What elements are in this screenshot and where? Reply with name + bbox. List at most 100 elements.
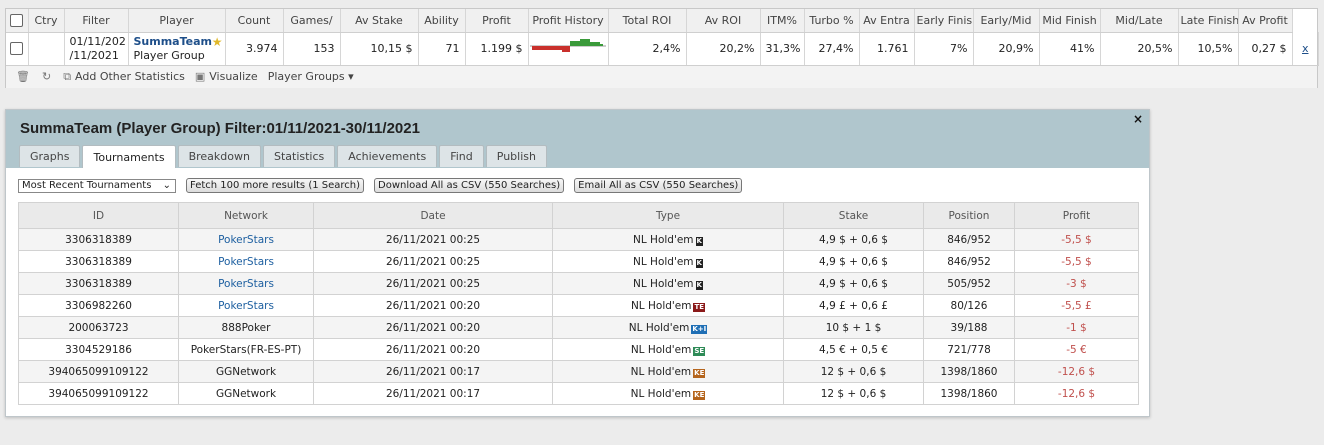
cell-stake: 10 $ + 1 $ bbox=[783, 316, 924, 339]
header-player[interactable]: Player bbox=[128, 9, 226, 33]
add-other-statistics-link[interactable]: Add Other Statistics bbox=[75, 70, 185, 83]
col-position[interactable]: Position bbox=[923, 202, 1015, 229]
mid-late-value: 20,5% bbox=[1100, 32, 1179, 66]
filter-cell: 01/11/202 /11/2021 bbox=[64, 32, 129, 66]
header-early-mid[interactable]: Early/Mid bbox=[973, 9, 1040, 33]
mid-finish-value: 41% bbox=[1039, 32, 1101, 66]
header-av-roi[interactable]: Av ROI bbox=[686, 9, 761, 33]
profit-history-sparkline[interactable] bbox=[528, 32, 609, 66]
cell-position: 505/952 bbox=[923, 272, 1015, 295]
header-av-entrants[interactable]: Av Entra bbox=[859, 9, 915, 33]
tournament-sort-select[interactable]: Most Recent Tournaments ⌄ bbox=[18, 178, 176, 193]
col-date[interactable]: Date bbox=[313, 202, 553, 229]
cell-network-text: 888Poker bbox=[221, 321, 271, 334]
download-csv-button[interactable]: Download All as CSV (550 Searches) bbox=[374, 178, 565, 193]
header-ability[interactable]: Ability bbox=[418, 9, 466, 33]
table-row[interactable]: 3306318389 PokerStars 26/11/2021 00:25 NL H… bbox=[18, 228, 1139, 251]
tab-tournaments[interactable]: Tournaments bbox=[82, 145, 176, 168]
player-name-link[interactable]: SummaTeam bbox=[134, 35, 220, 49]
email-csv-button[interactable]: Email All as CSV (550 Searches) bbox=[574, 178, 743, 193]
remove-row-link[interactable]: x bbox=[1302, 42, 1309, 55]
table-row[interactable]: 3306982260 PokerStars 26/11/2021 00:20 NL H… bbox=[18, 294, 1139, 317]
cell-stake-text: 4,9 $ + 0,6 $ bbox=[819, 233, 888, 246]
row-checkbox[interactable] bbox=[10, 42, 24, 56]
table-row[interactable]: 394065099109122 GGNetwork 26/11/2021 00:17… bbox=[18, 382, 1139, 405]
row-select-cell[interactable] bbox=[6, 32, 29, 66]
cell-stake-text: 4,9 $ + 0,6 $ bbox=[819, 277, 888, 290]
header-profit[interactable]: Profit bbox=[465, 9, 529, 33]
header-count[interactable]: Count bbox=[225, 9, 284, 33]
header-games[interactable]: Games/ bbox=[283, 9, 341, 33]
table-row[interactable]: 394065099109122 GGNetwork 26/11/2021 00:17… bbox=[18, 360, 1139, 383]
table-row[interactable]: 3306318389 PokerStars 26/11/2021 00:25 NL H… bbox=[18, 272, 1139, 295]
cell-profit-text: -5,5 $ bbox=[1061, 233, 1092, 246]
cell-network: GGNetwork bbox=[178, 360, 314, 383]
header-mid-finish[interactable]: Mid Finish bbox=[1039, 9, 1101, 33]
header-av-profit[interactable]: Av Profit bbox=[1238, 9, 1293, 33]
col-profit[interactable]: Profit bbox=[1014, 202, 1139, 229]
cell-stake: 4,9 $ + 0,6 $ bbox=[783, 272, 924, 295]
table-row[interactable]: 3306318389 PokerStars 26/11/2021 00:25 NL H… bbox=[18, 250, 1139, 273]
select-all-checkbox[interactable] bbox=[10, 14, 24, 27]
cell-date-text: 26/11/2021 00:25 bbox=[385, 277, 481, 290]
cell-network: GGNetwork bbox=[178, 382, 314, 405]
tab-publish[interactable]: Publish bbox=[485, 145, 547, 167]
sparkline-chart bbox=[530, 39, 606, 52]
refresh-icon[interactable]: ↻ bbox=[42, 70, 51, 83]
stats-toolbar: 🗑 ↻ ⧉ Add Other Statistics ▣ Visualize P… bbox=[6, 65, 1317, 88]
fetch-more-button[interactable]: Fetch 100 more results (1 Search) bbox=[186, 178, 365, 193]
cell-stake: 4,9 £ + 0,6 £ bbox=[783, 294, 924, 317]
header-av-stake[interactable]: Av Stake bbox=[340, 9, 419, 33]
header-turbo[interactable]: Turbo % bbox=[804, 9, 860, 33]
header-profit-history[interactable]: Profit History bbox=[528, 9, 609, 33]
cell-type-text: NL Hold'em bbox=[633, 233, 694, 246]
tab-breakdown[interactable]: Breakdown bbox=[177, 145, 261, 167]
tab-achievements[interactable]: Achievements bbox=[337, 145, 438, 167]
cell-date: 26/11/2021 00:25 bbox=[313, 228, 553, 251]
player-detail-panel: SummaTeam (Player Group) Filter:01/11/20… bbox=[5, 109, 1150, 417]
tab-graphs[interactable]: Graphs bbox=[19, 145, 81, 167]
header-total-roi[interactable]: Total ROI bbox=[608, 9, 687, 33]
select-all-header[interactable] bbox=[6, 9, 29, 33]
table-row[interactable]: 200063723 888Poker 26/11/2021 00:20 NL Hold… bbox=[18, 316, 1139, 339]
cell-profit-text: -5,5 £ bbox=[1061, 299, 1092, 312]
tab-find[interactable]: Find bbox=[439, 145, 484, 167]
cell-id: 3306318389 bbox=[18, 250, 179, 273]
cell-profit-text: -12,6 $ bbox=[1057, 365, 1096, 378]
header-early-finishes[interactable]: Early Finis bbox=[914, 9, 974, 33]
favorite-star-icon[interactable]: ★ bbox=[212, 35, 223, 49]
trash-icon[interactable]: 🗑 bbox=[16, 70, 30, 83]
game-type-badge-icon: K bbox=[695, 258, 703, 268]
cell-network-text[interactable]: PokerStars bbox=[218, 300, 274, 312]
cell-network-text[interactable]: PokerStars bbox=[218, 234, 274, 246]
cell-type: NL Hold'em K bbox=[552, 250, 784, 273]
cell-profit: -5,5 $ bbox=[1014, 250, 1139, 273]
col-type[interactable]: Type bbox=[552, 202, 784, 229]
col-stake[interactable]: Stake bbox=[783, 202, 924, 229]
cell-network-text[interactable]: PokerStars bbox=[218, 256, 274, 268]
col-network[interactable]: Network bbox=[178, 202, 314, 229]
early-finishes-value: 7% bbox=[914, 32, 974, 66]
header-late-finishes[interactable]: Late Finishes bbox=[1178, 9, 1239, 33]
cell-profit: -1 $ bbox=[1014, 316, 1139, 339]
player-groups-dropdown[interactable]: Player Groups ▾ bbox=[268, 70, 354, 83]
cell-network-text[interactable]: PokerStars bbox=[218, 278, 274, 290]
col-id[interactable]: ID bbox=[18, 202, 179, 229]
header-mid-late[interactable]: Mid/Late bbox=[1100, 9, 1179, 33]
profit-value: 1.199 $ bbox=[465, 32, 529, 66]
tab-statistics[interactable]: Statistics bbox=[262, 145, 336, 167]
game-type-badge-icon: SE bbox=[693, 346, 706, 356]
cell-id: 3306318389 bbox=[18, 272, 179, 295]
cell-id: 200063723 bbox=[18, 316, 179, 339]
header-ctry[interactable]: Ctry bbox=[28, 9, 65, 33]
close-icon[interactable]: × bbox=[1133, 112, 1143, 126]
cell-position-text: 846/952 bbox=[947, 233, 991, 246]
cell-position-text: 39/188 bbox=[950, 321, 988, 334]
cell-position: 80/126 bbox=[923, 294, 1015, 317]
cell-stake-text: 4,9 £ + 0,6 £ bbox=[819, 299, 888, 312]
table-row[interactable]: 3304529186 PokerStars(FR-ES-PT) 26/11/2021… bbox=[18, 338, 1139, 361]
cell-position-text: 721/778 bbox=[947, 343, 991, 356]
visualize-link[interactable]: Visualize bbox=[209, 70, 257, 83]
header-itm[interactable]: ITM% bbox=[760, 9, 805, 33]
header-filter[interactable]: Filter bbox=[64, 9, 129, 33]
